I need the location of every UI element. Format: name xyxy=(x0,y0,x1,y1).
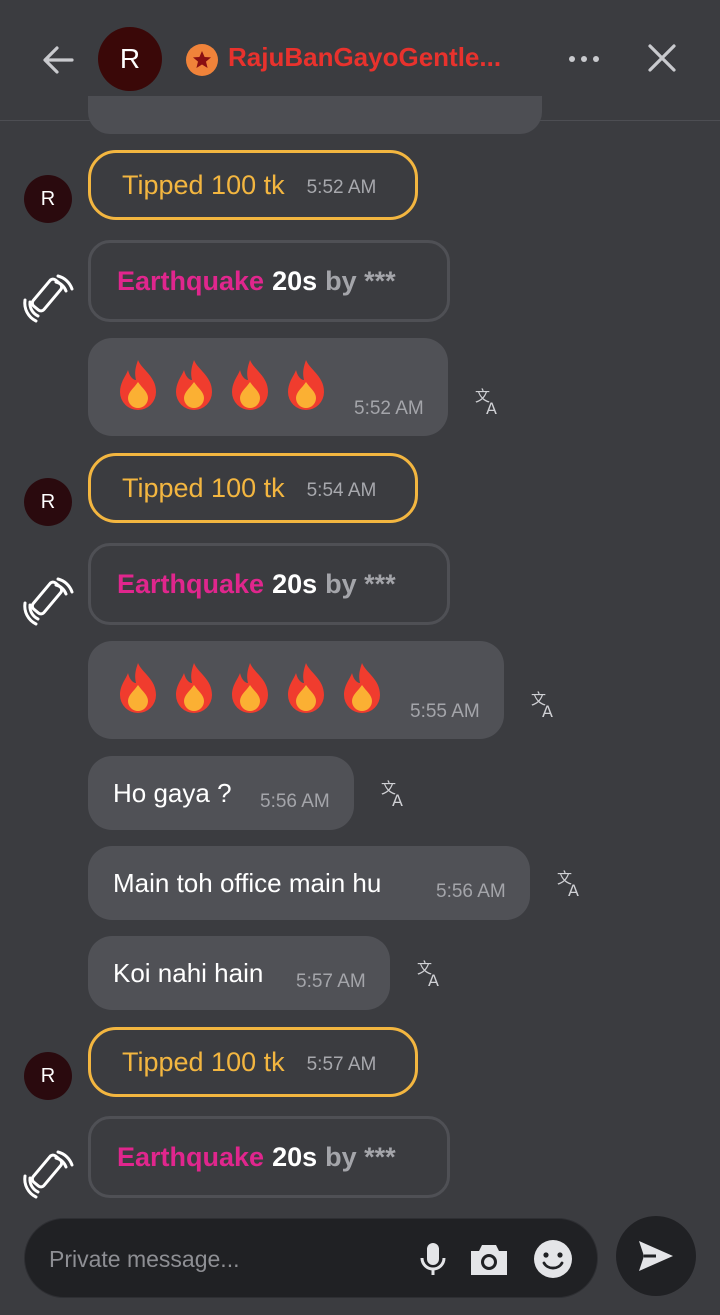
fire-emoji-row xyxy=(116,661,384,715)
previous-message-bubble xyxy=(88,96,542,134)
send-button[interactable] xyxy=(616,1216,696,1296)
message-bubble[interactable]: 5:52 AM xyxy=(88,338,448,436)
translate-icon[interactable]: 文 A xyxy=(380,778,410,808)
message-text: Ho gaya ? xyxy=(113,778,232,808)
more-horizontal-icon xyxy=(569,56,599,62)
translate-icon[interactable]: 文 A xyxy=(474,386,504,416)
svg-text:A: A xyxy=(428,971,439,988)
close-button[interactable] xyxy=(644,40,680,76)
camera-icon[interactable] xyxy=(467,1237,511,1281)
gift-message: Earthquake 20s by *** xyxy=(88,543,450,625)
fire-icon xyxy=(232,663,268,713)
tip-label: Tipped 100 tk xyxy=(122,1046,285,1077)
vibration-icon xyxy=(23,274,74,323)
message-time: 5:57 AM xyxy=(296,971,366,992)
avatar[interactable]: R xyxy=(24,1052,72,1100)
tip-message: Tipped 100 tk 5:57 AM xyxy=(88,1027,418,1097)
fire-icon xyxy=(176,663,212,713)
gift-duration: 20s xyxy=(272,265,318,296)
emoji-icon[interactable] xyxy=(531,1237,575,1281)
arrow-left-icon xyxy=(43,46,74,74)
back-button[interactable] xyxy=(38,40,78,80)
message-bubble[interactable]: Ho gaya ? 5:56 AM xyxy=(88,756,354,830)
more-button[interactable] xyxy=(566,44,602,74)
avatar[interactable]: R xyxy=(24,175,72,223)
message-time: 5:54 AM xyxy=(306,480,377,501)
gift-name: Earthquake xyxy=(117,265,265,296)
tip-label: Tipped 100 tk xyxy=(122,169,285,200)
svg-text:A: A xyxy=(486,399,497,416)
tip-message: Tipped 100 tk 5:54 AM xyxy=(88,453,418,523)
gift-message: Earthquake 20s by *** xyxy=(88,1116,450,1198)
gift-name: Earthquake xyxy=(117,568,265,599)
tip-label: Tipped 100 tk xyxy=(122,472,285,503)
svg-text:A: A xyxy=(392,791,403,808)
gift-sender: by *** xyxy=(325,1141,396,1172)
vibration-icon xyxy=(23,577,74,626)
fire-emoji-row xyxy=(116,358,328,412)
fire-icon xyxy=(176,360,212,410)
gift-message: Earthquake 20s by *** xyxy=(88,240,450,322)
message-time: 5:55 AM xyxy=(410,701,480,722)
translate-icon[interactable]: 文 A xyxy=(530,689,560,719)
message-time: 5:56 AM xyxy=(436,881,506,902)
message-time: 5:52 AM xyxy=(354,398,424,419)
gift-name: Earthquake xyxy=(117,1141,265,1172)
gift-sender: by *** xyxy=(325,265,396,296)
message-text: Koi nahi hain xyxy=(113,958,264,988)
fire-icon xyxy=(344,663,380,713)
message-composer xyxy=(24,1218,598,1298)
message-text: Main toh office main hu xyxy=(113,868,382,898)
chat-title[interactable]: RajuBanGayoGentle... xyxy=(228,42,528,73)
avatar[interactable]: R xyxy=(98,27,162,91)
send-icon xyxy=(639,1241,673,1271)
fire-icon xyxy=(120,360,156,410)
tip-message: Tipped 100 tk 5:52 AM xyxy=(88,150,418,220)
message-input[interactable] xyxy=(47,1237,411,1281)
fire-icon xyxy=(232,360,268,410)
fire-icon xyxy=(120,663,156,713)
svg-text:A: A xyxy=(568,881,579,898)
vibration-icon xyxy=(23,1150,74,1199)
gift-sender: by *** xyxy=(325,568,396,599)
microphone-icon[interactable] xyxy=(411,1237,455,1281)
message-bubble[interactable]: Main toh office main hu 5:56 AM xyxy=(88,846,530,920)
message-bubble[interactable]: 5:55 AM xyxy=(88,641,504,739)
close-icon xyxy=(648,44,676,72)
translate-icon[interactable]: 文 A xyxy=(556,868,586,898)
fire-icon xyxy=(288,663,324,713)
svg-text:A: A xyxy=(542,702,553,719)
gift-duration: 20s xyxy=(272,1141,318,1172)
message-bubble[interactable]: Koi nahi hain 5:57 AM xyxy=(88,936,390,1010)
fire-icon xyxy=(288,360,324,410)
message-time: 5:57 AM xyxy=(306,1054,377,1075)
gift-duration: 20s xyxy=(272,568,318,599)
translate-icon[interactable]: 文 A xyxy=(416,958,446,988)
star-icon xyxy=(186,44,218,76)
avatar[interactable]: R xyxy=(24,478,72,526)
message-time: 5:52 AM xyxy=(306,177,377,198)
message-time: 5:56 AM xyxy=(260,791,330,812)
